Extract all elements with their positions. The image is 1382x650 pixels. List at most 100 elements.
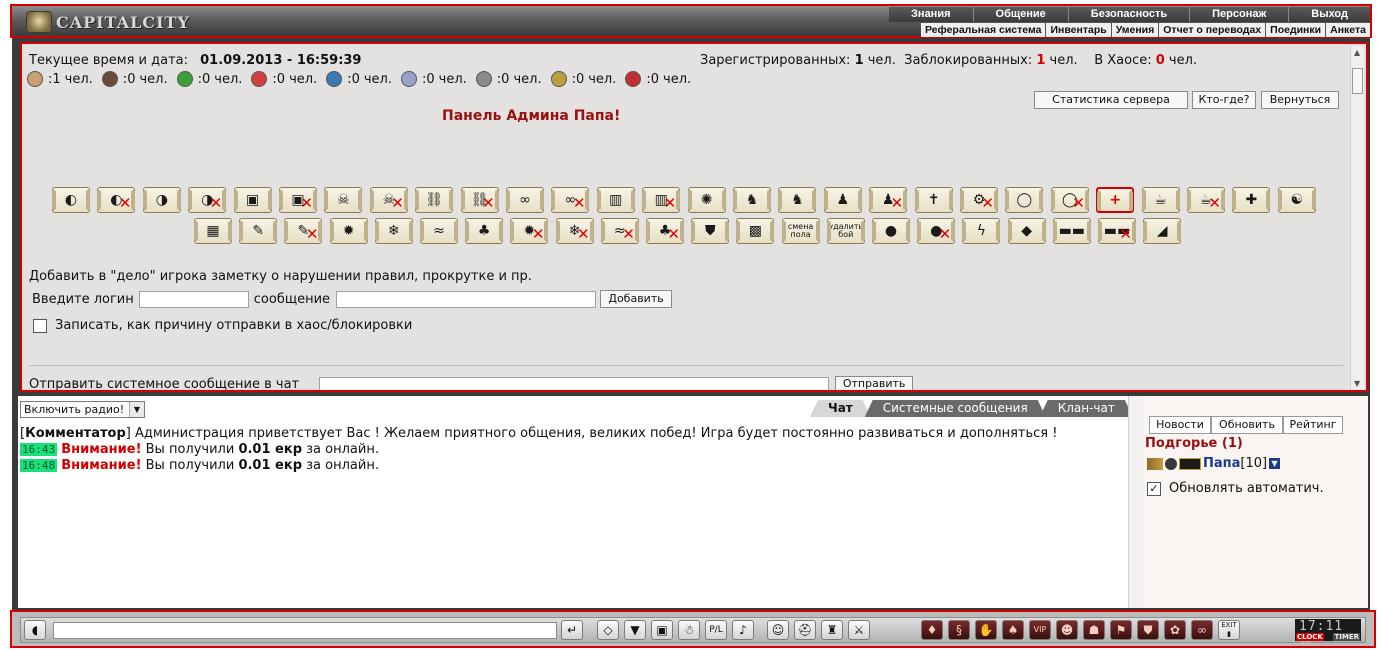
nav-communication[interactable]: Общение <box>974 7 1069 22</box>
forum-silence-remove-icon[interactable]: ▣ ✕ <box>279 187 317 213</box>
alignment-green-icon[interactable] <box>176 71 193 87</box>
person-icon[interactable]: ☃ <box>678 620 700 640</box>
timer-tab[interactable]: TIMER <box>1333 633 1360 641</box>
dark-lord-remove-icon[interactable]: ♟ ✕ <box>869 187 908 213</box>
mug-icon[interactable]: ☕ <box>1141 187 1180 213</box>
mask-icon[interactable]: ☗ <box>1083 620 1105 640</box>
masquerade-icon[interactable]: ∞ <box>1191 620 1213 640</box>
radio-select[interactable]: Включить радио! ▼ <box>20 401 145 418</box>
news-button[interactable]: Новости <box>1149 416 1211 434</box>
online-user[interactable]: Папа [10] ▼ <box>1147 456 1281 471</box>
tab-chat[interactable]: Чат <box>810 400 871 417</box>
chevron-down-icon[interactable]: ▼ <box>129 402 144 417</box>
scroll-icon[interactable]: § <box>948 620 970 640</box>
water-remove-icon[interactable]: ≈ ✕ <box>600 218 639 244</box>
glove-icon[interactable]: ✋ <box>975 620 997 640</box>
exit-button[interactable]: EXIT ▮ <box>1218 620 1240 640</box>
shield-icon[interactable]: ⛊ <box>691 218 730 244</box>
sunglasses-icon[interactable]: ▬▬ <box>1052 218 1091 244</box>
beast-icon[interactable]: ♞ <box>733 187 771 213</box>
feather-icon[interactable]: ✎ <box>239 218 278 244</box>
gear-icon[interactable]: ⚙ ✕ <box>960 187 998 213</box>
sunglasses-remove-icon[interactable]: ▬▬ ✕ <box>1098 218 1136 244</box>
ice-icon[interactable]: ❄ <box>374 218 413 244</box>
tab-clan-chat[interactable]: Клан-чат <box>1040 400 1133 417</box>
scrollbar-thumb[interactable] <box>1352 68 1363 94</box>
admin-scrollbar[interactable]: ▲ ▼ <box>1350 46 1364 390</box>
smile-icon[interactable]: ☺ <box>767 620 789 640</box>
alignment-neutral-icon[interactable] <box>27 71 43 87</box>
save-icon[interactable]: ▣ <box>651 620 673 640</box>
nav-profile[interactable]: Анкета <box>1326 23 1370 37</box>
message-author[interactable]: Комментатор <box>25 426 126 441</box>
nav-referral[interactable]: Реферальная система <box>921 23 1047 37</box>
alignment-dark-icon[interactable] <box>101 71 118 87</box>
nav-skills[interactable]: Умения <box>1112 23 1160 37</box>
silence-remove-icon[interactable]: ◐ ✕ <box>97 187 136 213</box>
chaos-reason-checkbox[interactable] <box>33 318 47 333</box>
message-time[interactable]: 16:43 <box>20 443 58 456</box>
shackles-remove-icon[interactable]: ∞ ✕ <box>551 187 590 213</box>
red-cross-icon[interactable]: ✚ <box>1232 187 1271 213</box>
tab-system-messages[interactable]: Системные сообщения <box>865 400 1046 417</box>
helmet-icon[interactable]: ⛑ <box>794 620 816 640</box>
castle-icon[interactable]: ♜ <box>821 620 843 640</box>
shield-icon[interactable]: ⛊ <box>1137 620 1159 640</box>
filter-icon[interactable]: ▼ <box>624 620 646 640</box>
alignment-gray-icon[interactable] <box>475 71 492 87</box>
chat-input[interactable] <box>53 622 557 639</box>
fire-icon[interactable]: ✹ <box>329 218 368 244</box>
message-input[interactable] <box>336 290 597 308</box>
auto-refresh-checkbox[interactable]: ✓ <box>1147 481 1161 496</box>
silence-5-remove-icon[interactable]: ◑ ✕ <box>188 187 227 213</box>
private-log-icon[interactable]: P/L <box>705 620 727 640</box>
scroll-down-icon[interactable]: ▼ <box>1354 379 1360 388</box>
shackles-icon[interactable]: ∞ <box>506 187 544 213</box>
vip-icon[interactable]: VIP <box>1029 620 1051 640</box>
bag-icon[interactable]: ♦ <box>921 620 943 640</box>
prison-icon[interactable]: ⛓ <box>415 187 454 213</box>
server-stats-button[interactable]: Статистика сервера <box>1034 91 1188 109</box>
nav-transfer-report[interactable]: Отчет о переводах <box>1159 23 1267 37</box>
alignment-eye-icon[interactable] <box>400 71 417 87</box>
logo[interactable]: CAPITALCITY <box>26 10 190 34</box>
lightning-icon[interactable]: ϟ <box>962 218 1001 244</box>
silence-icon[interactable]: ◐ <box>52 187 90 213</box>
enter-icon[interactable]: ↵ <box>561 620 583 640</box>
swords-icon[interactable]: ⚔ <box>848 620 870 640</box>
rune-icon[interactable]: ▦ <box>194 218 232 244</box>
prison-remove-icon[interactable]: ⛓ ✕ <box>460 187 499 213</box>
sun-remove-icon[interactable]: ● ✕ <box>917 218 956 244</box>
speaker-icon[interactable]: ◖ <box>24 620 46 640</box>
sun-icon[interactable]: ● <box>872 218 910 244</box>
clock-tab[interactable]: CLOCK <box>1296 633 1324 641</box>
water-icon[interactable]: ≈ <box>420 218 458 244</box>
login-input[interactable] <box>138 290 249 308</box>
yin-yang-icon[interactable]: ☯ <box>1277 187 1316 213</box>
crystal-icon[interactable]: ◆ <box>1007 218 1046 244</box>
demon-icon[interactable]: ☻ <box>1056 620 1078 640</box>
scroll-up-icon[interactable]: ▲ <box>1354 48 1360 57</box>
music-icon[interactable]: ♪ <box>732 620 754 640</box>
add-note-button[interactable]: Добавить <box>600 290 673 308</box>
nav-battles[interactable]: Поединки <box>1266 23 1327 37</box>
heal-icon[interactable]: + <box>1096 187 1135 213</box>
alignment-crimson-icon[interactable] <box>625 71 642 87</box>
cross-icon[interactable]: ✝ <box>914 187 953 213</box>
back-button[interactable]: Вернуться <box>1261 91 1339 109</box>
alignment-red-icon[interactable] <box>251 71 268 87</box>
scroll-blank-icon[interactable]: ◢ <box>1143 218 1182 244</box>
nav-security[interactable]: Безопасность <box>1069 7 1191 22</box>
ice-remove-icon[interactable]: ❄ ✕ <box>555 218 594 244</box>
mug-remove-icon[interactable]: ☕ ✕ <box>1187 187 1225 213</box>
fire-remove-icon[interactable]: ✹ ✕ <box>510 218 549 244</box>
tree-remove-icon[interactable]: ♣ ✕ <box>646 218 684 244</box>
message-time[interactable]: 16:48 <box>20 459 58 472</box>
floor-change-icon[interactable]: смена пола <box>781 218 820 244</box>
bars-icon[interactable]: ▥ <box>596 187 635 213</box>
nav-inventory[interactable]: Инвентарь <box>1046 23 1112 37</box>
who-where-button[interactable]: Кто-где? <box>1192 91 1256 109</box>
ring-remove-icon[interactable]: ◯ ✕ <box>1050 187 1089 213</box>
curse-icon[interactable]: ☠ <box>324 187 363 213</box>
system-message-input[interactable] <box>319 376 830 390</box>
